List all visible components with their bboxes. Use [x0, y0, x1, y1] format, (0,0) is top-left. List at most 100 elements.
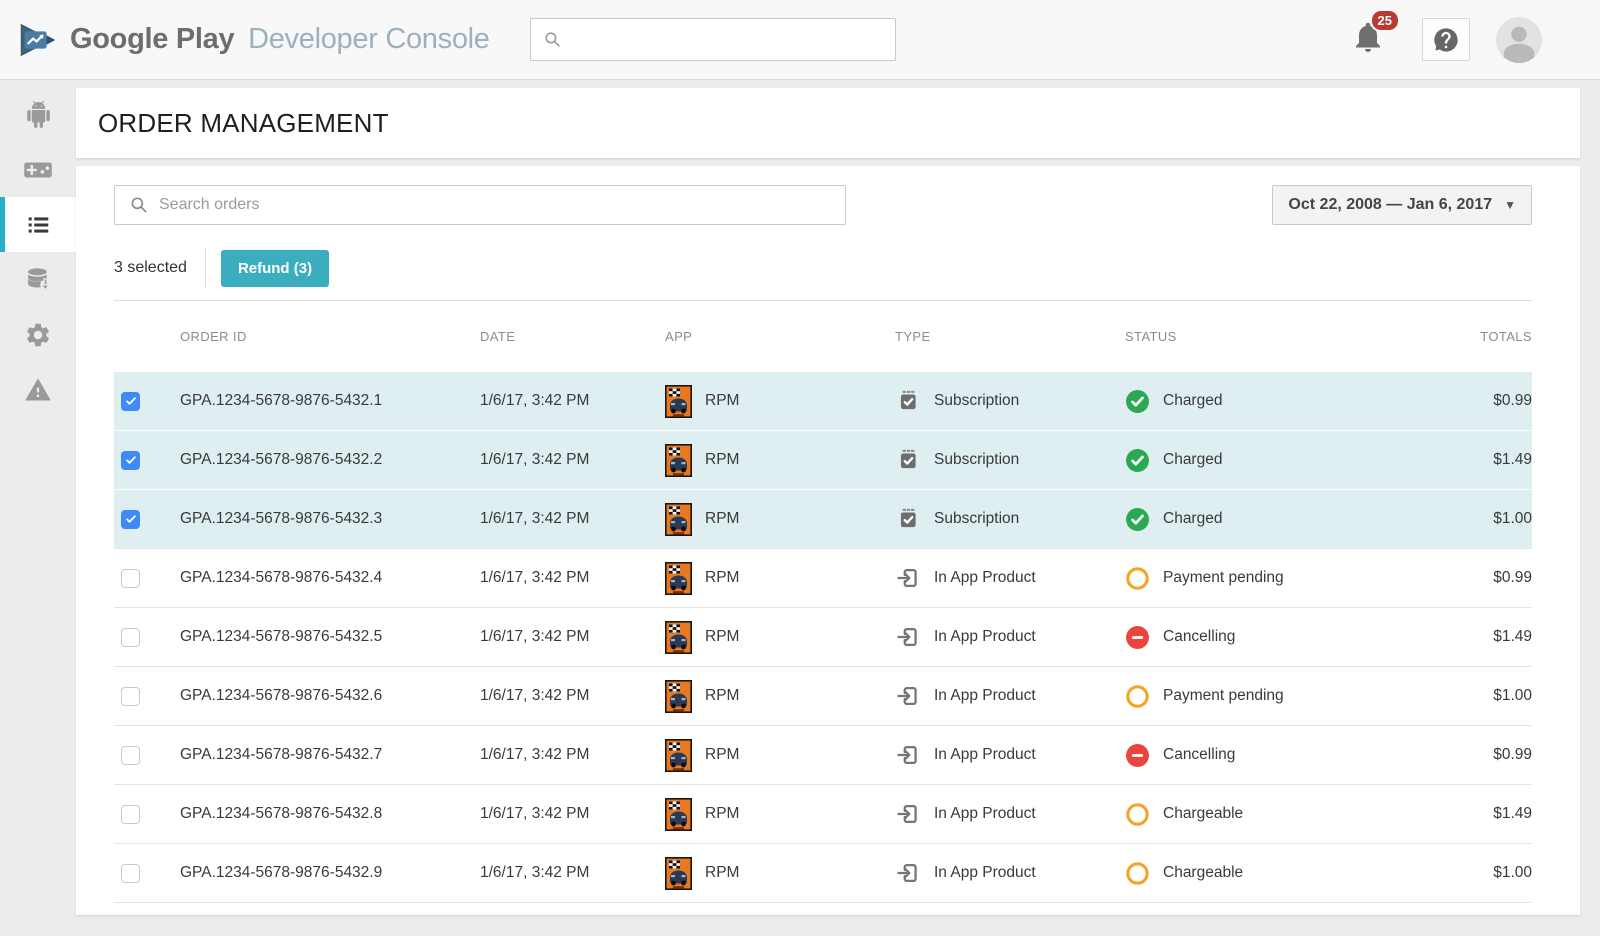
row-checkbox[interactable] [121, 864, 140, 883]
type-label: In App Product [934, 805, 1036, 823]
order-id: GPA.1234-5678-9876-5432.9 [180, 864, 480, 882]
row-checkbox[interactable] [121, 805, 140, 824]
app-icon [665, 385, 692, 418]
subscription-icon [895, 506, 921, 532]
status-label: Chargeable [1163, 864, 1243, 882]
search-icon [129, 195, 149, 215]
type-label: In App Product [934, 864, 1036, 882]
table-row[interactable]: GPA.1234-5678-9876-5432.4 1/6/17, 3:42 P… [114, 549, 1532, 608]
order-id: GPA.1234-5678-9876-5432.5 [180, 628, 480, 646]
in-app-product-icon [895, 860, 921, 886]
order-date: 1/6/17, 3:42 PM [480, 746, 665, 764]
global-search-input[interactable] [570, 19, 895, 60]
sidebar-item-settings[interactable] [0, 307, 76, 362]
order-total: $1.00 [1405, 864, 1532, 882]
status-pending-icon [1125, 566, 1150, 591]
table-row[interactable]: GPA.1234-5678-9876-5432.1 1/6/17, 3:42 P… [114, 372, 1532, 431]
orders-search-input[interactable] [159, 186, 845, 224]
warning-icon [24, 376, 52, 404]
order-management-panel: Oct 22, 2008 — Jan 6, 2017 ▼ 3 selected … [76, 166, 1580, 915]
order-total: $0.99 [1405, 746, 1532, 764]
row-checkbox[interactable] [121, 569, 140, 588]
row-checkbox[interactable] [121, 746, 140, 765]
google-play-logo-icon [14, 17, 60, 63]
app-name: RPM [705, 746, 739, 764]
column-header-date: DATE [480, 329, 665, 344]
in-app-product-icon [895, 565, 921, 591]
app-name: RPM [705, 451, 739, 469]
app-name: RPM [705, 864, 739, 882]
column-header-status: STATUS [1125, 329, 1405, 344]
global-search-box[interactable] [530, 18, 896, 61]
sidebar-item-alerts[interactable] [0, 362, 76, 417]
help-button[interactable] [1422, 18, 1470, 61]
status-label: Charged [1163, 510, 1222, 528]
order-id: GPA.1234-5678-9876-5432.7 [180, 746, 480, 764]
order-id: GPA.1234-5678-9876-5432.6 [180, 687, 480, 705]
row-checkbox[interactable] [121, 392, 140, 411]
gear-icon [24, 321, 52, 349]
orders-search-box[interactable] [114, 185, 846, 225]
avatar-person-icon [1496, 17, 1542, 63]
type-label: In App Product [934, 746, 1036, 764]
app-icon [665, 503, 692, 536]
column-header-type: TYPE [895, 329, 1125, 344]
refund-button[interactable]: Refund (3) [221, 250, 329, 287]
notification-badge: 25 [1370, 9, 1400, 32]
app-icon [665, 739, 692, 772]
status-cancelling-icon [1125, 743, 1150, 768]
orders-table: ORDER ID DATE APP TYPE STATUS TOTALS GPA… [114, 300, 1532, 903]
order-date: 1/6/17, 3:42 PM [480, 864, 665, 882]
table-row[interactable]: GPA.1234-5678-9876-5432.5 1/6/17, 3:42 P… [114, 608, 1532, 667]
app-icon [665, 857, 692, 890]
database-icon [24, 266, 52, 294]
table-row[interactable]: GPA.1234-5678-9876-5432.7 1/6/17, 3:42 P… [114, 726, 1532, 785]
in-app-product-icon [895, 742, 921, 768]
order-total: $1.00 [1405, 687, 1532, 705]
status-label: Payment pending [1163, 569, 1284, 587]
app-icon [665, 680, 692, 713]
sidebar-item-reports[interactable] [0, 252, 76, 307]
left-sidebar [0, 80, 76, 936]
notifications-button[interactable]: 25 [1350, 19, 1386, 60]
status-label: Charged [1163, 451, 1222, 469]
row-checkbox[interactable] [121, 628, 140, 647]
order-id: GPA.1234-5678-9876-5432.3 [180, 510, 480, 528]
app-icon [665, 621, 692, 654]
app-name: RPM [705, 392, 739, 410]
status-label: Cancelling [1163, 746, 1235, 764]
table-row[interactable]: GPA.1234-5678-9876-5432.2 1/6/17, 3:42 P… [114, 431, 1532, 490]
sidebar-item-games[interactable] [0, 142, 76, 197]
order-date: 1/6/17, 3:42 PM [480, 805, 665, 823]
app-name: RPM [705, 805, 739, 823]
table-row[interactable]: GPA.1234-5678-9876-5432.9 1/6/17, 3:42 P… [114, 844, 1532, 903]
table-row[interactable]: GPA.1234-5678-9876-5432.8 1/6/17, 3:42 P… [114, 785, 1532, 844]
in-app-product-icon [895, 683, 921, 709]
type-label: Subscription [934, 510, 1019, 528]
status-label: Charged [1163, 392, 1222, 410]
brand-secondary: Developer Console [248, 23, 490, 55]
row-checkbox[interactable] [121, 451, 140, 470]
sidebar-item-apps[interactable] [0, 87, 76, 142]
app-icon [665, 562, 692, 595]
order-date: 1/6/17, 3:42 PM [480, 510, 665, 528]
type-label: Subscription [934, 392, 1019, 410]
table-row[interactable]: GPA.1234-5678-9876-5432.3 1/6/17, 3:42 P… [114, 490, 1532, 549]
sidebar-item-order-management[interactable] [0, 197, 76, 252]
order-total: $0.99 [1405, 392, 1532, 410]
divider [205, 248, 206, 288]
account-avatar[interactable] [1496, 17, 1542, 63]
row-checkbox[interactable] [121, 510, 140, 529]
order-date: 1/6/17, 3:42 PM [480, 392, 665, 410]
row-checkbox[interactable] [121, 687, 140, 706]
table-row[interactable]: GPA.1234-5678-9876-5432.6 1/6/17, 3:42 P… [114, 667, 1532, 726]
order-total: $1.49 [1405, 805, 1532, 823]
order-total: $1.49 [1405, 451, 1532, 469]
type-label: In App Product [934, 628, 1036, 646]
app-name: RPM [705, 510, 739, 528]
date-range-selector[interactable]: Oct 22, 2008 — Jan 6, 2017 ▼ [1272, 185, 1532, 225]
check-icon [124, 394, 138, 408]
order-total: $1.49 [1405, 628, 1532, 646]
subscription-icon [895, 447, 921, 473]
brand: Google Play Developer Console [70, 23, 490, 56]
